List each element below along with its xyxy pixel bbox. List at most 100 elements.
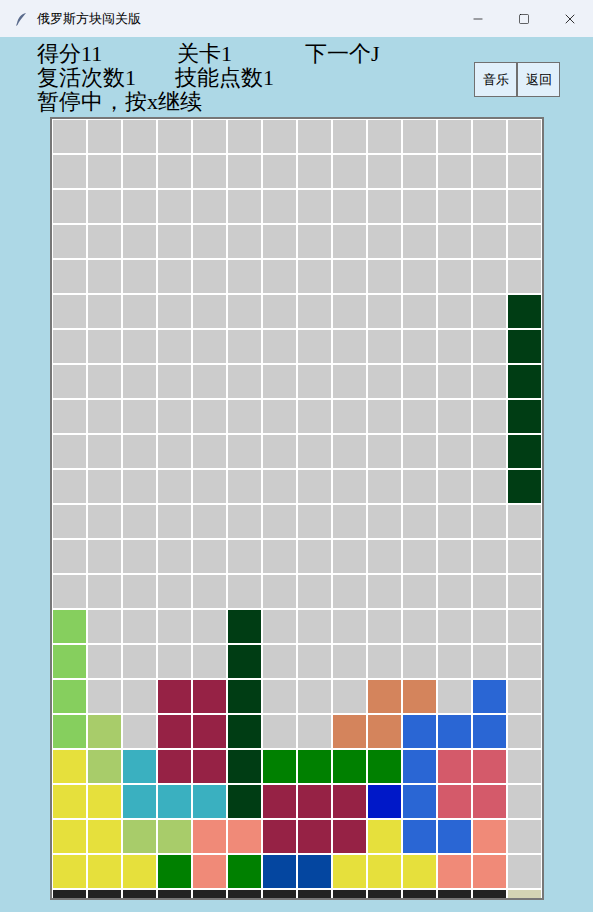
empty-cell <box>228 575 261 608</box>
empty-cell <box>263 260 296 293</box>
empty-cell <box>473 120 506 153</box>
empty-cell <box>88 680 121 713</box>
empty-cell <box>228 435 261 468</box>
filled-cell <box>123 750 156 783</box>
empty-cell <box>438 260 471 293</box>
empty-cell <box>473 435 506 468</box>
empty-cell <box>368 575 401 608</box>
empty-cell <box>403 470 436 503</box>
empty-cell <box>368 610 401 643</box>
game-window: 俄罗斯方块闯关版得分11关卡1下一个J复活次数1技能点数1暂停中，按x继续音乐返… <box>0 0 593 912</box>
filled-cell <box>88 715 121 748</box>
filled-cell <box>438 820 471 853</box>
empty-cell <box>298 540 331 573</box>
empty-cell <box>123 155 156 188</box>
filled-cell <box>298 785 331 818</box>
filled-cell <box>473 890 506 900</box>
feather-icon <box>13 11 29 27</box>
empty-cell <box>298 505 331 538</box>
empty-cell <box>193 610 226 643</box>
filled-cell <box>53 820 86 853</box>
empty-cell <box>263 400 296 433</box>
filled-cell <box>438 890 471 900</box>
empty-cell <box>403 330 436 363</box>
filled-cell <box>228 785 261 818</box>
empty-cell <box>88 260 121 293</box>
empty-cell <box>53 400 86 433</box>
filled-cell <box>53 890 86 900</box>
empty-cell <box>158 365 191 398</box>
empty-cell <box>53 365 86 398</box>
filled-cell <box>228 715 261 748</box>
empty-cell <box>158 540 191 573</box>
minimize-button[interactable] <box>455 0 501 37</box>
empty-cell <box>333 540 366 573</box>
filled-cell <box>298 820 331 853</box>
header-button[interactable]: 音乐 <box>474 62 517 97</box>
empty-cell <box>368 400 401 433</box>
game-board <box>50 117 544 900</box>
filled-cell <box>403 750 436 783</box>
filled-cell <box>438 715 471 748</box>
empty-cell <box>158 190 191 223</box>
empty-cell <box>263 225 296 258</box>
filled-cell <box>333 855 366 888</box>
filled-cell <box>263 785 296 818</box>
empty-cell <box>123 680 156 713</box>
empty-cell <box>123 120 156 153</box>
filled-cell <box>193 680 226 713</box>
empty-cell <box>53 260 86 293</box>
empty-cell <box>508 680 541 713</box>
close-button[interactable] <box>547 0 593 37</box>
empty-cell <box>53 540 86 573</box>
filled-cell <box>403 715 436 748</box>
empty-cell <box>123 610 156 643</box>
empty-cell <box>333 575 366 608</box>
filled-cell <box>473 680 506 713</box>
empty-cell <box>298 400 331 433</box>
empty-cell <box>508 505 541 538</box>
pause-message: 暂停中，按x继续 <box>37 90 380 114</box>
empty-cell <box>368 260 401 293</box>
empty-cell <box>53 505 86 538</box>
header-button[interactable]: 返回 <box>517 62 560 97</box>
empty-cell <box>53 120 86 153</box>
empty-cell <box>123 540 156 573</box>
filled-cell <box>88 855 121 888</box>
filled-cell <box>368 785 401 818</box>
empty-cell <box>368 155 401 188</box>
empty-cell <box>368 190 401 223</box>
empty-cell <box>123 260 156 293</box>
empty-cell <box>53 155 86 188</box>
empty-cell <box>508 715 541 748</box>
filled-cell <box>403 820 436 853</box>
empty-cell <box>193 365 226 398</box>
empty-cell <box>403 120 436 153</box>
empty-cell <box>438 120 471 153</box>
filled-cell <box>53 785 86 818</box>
filled-cell <box>438 855 471 888</box>
filled-cell <box>158 820 191 853</box>
filled-cell <box>403 855 436 888</box>
empty-cell <box>473 505 506 538</box>
filled-cell <box>263 750 296 783</box>
empty-cell <box>473 155 506 188</box>
empty-cell <box>368 435 401 468</box>
empty-cell <box>333 330 366 363</box>
filled-cell <box>193 890 226 900</box>
empty-cell <box>228 225 261 258</box>
empty-cell <box>263 120 296 153</box>
empty-cell <box>228 190 261 223</box>
empty-cell <box>298 295 331 328</box>
empty-cell <box>368 540 401 573</box>
header: 得分11关卡1下一个J复活次数1技能点数1暂停中，按x继续音乐返回 <box>0 37 593 114</box>
empty-cell <box>158 435 191 468</box>
empty-cell <box>438 190 471 223</box>
empty-cell <box>333 470 366 503</box>
filled-cell <box>368 750 401 783</box>
empty-cell <box>298 365 331 398</box>
empty-cell <box>473 575 506 608</box>
maximize-button[interactable] <box>501 0 547 37</box>
next-piece-label: 下一个J <box>305 42 380 66</box>
empty-cell <box>508 190 541 223</box>
